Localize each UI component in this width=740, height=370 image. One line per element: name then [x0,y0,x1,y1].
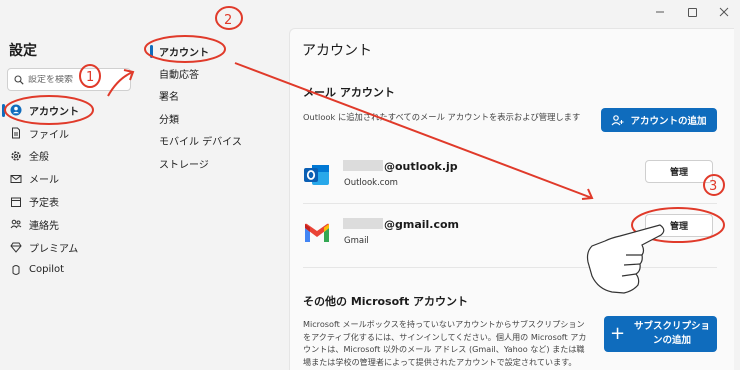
sidebar-item-label: Copilot [29,264,65,276]
account-row-outlook: @outlook.jp Outlook.com 管理 [303,148,717,204]
sidebar-item-calendar[interactable]: 予定表 [0,190,140,213]
account-row-gmail: @gmail.com Gmail 管理 [303,206,717,268]
add-person-icon [612,115,624,126]
sidebar-item-label: ファイル [29,129,69,141]
manage-gmail-button[interactable]: 管理 [645,214,713,237]
sidebar-item-account[interactable]: アカウント [0,99,140,122]
file-icon [9,126,23,140]
minimize-icon[interactable] [646,3,674,21]
title-bar [0,0,740,24]
search-input[interactable] [28,74,118,85]
settings-title: 設定 [9,43,37,59]
sidebar-item-label: アカウント [29,106,79,118]
other-accounts-description: Microsoft メールボックスを持っていないアカウントからサブスクリプション… [303,319,587,367]
mail-accounts-description: Outlook に追加されたすべてのメール アカウントを表示および管理します [303,112,581,122]
subnav-item-auto-reply[interactable]: 自動応答 [148,62,278,84]
diamond-icon [9,240,23,254]
mail-icon [9,172,23,186]
sidebar-nav: アカウント ファイル 全般 メール 予定表 連絡先 プレミアム Copilot [0,99,140,281]
sidebar-item-mail[interactable]: メール [0,167,140,190]
calendar-icon [9,195,23,209]
maximize-icon[interactable] [678,3,706,21]
add-account-label: アカウントの追加 [630,116,707,127]
subnav-item-signature[interactable]: 署名 [148,85,278,107]
sidebar-item-label: 連絡先 [29,220,59,232]
copilot-icon [9,263,23,277]
people-icon [9,217,23,231]
account-email: @outlook.jp [384,160,458,173]
plus-icon: + [609,323,626,344]
subnav-item-storage[interactable]: ストレージ [148,152,278,174]
mail-accounts-heading: メール アカウント [303,86,395,99]
gear-icon [9,149,23,163]
account-type: Gmail [344,236,369,246]
account-type: Outlook.com [344,178,398,188]
add-subscription-label: サブスクリプションの追加 [634,321,711,346]
add-account-button[interactable]: アカウントの追加 [601,108,717,132]
subnav-item-categories[interactable]: 分類 [148,107,278,129]
sidebar-item-premium[interactable]: プレミアム [0,236,140,259]
account-email: @gmail.com [384,218,460,231]
search-icon [14,74,24,85]
sidebar-item-copilot[interactable]: Copilot [0,259,140,282]
sidebar-item-contacts[interactable]: 連絡先 [0,213,140,236]
other-accounts-heading: その他の Microsoft アカウント [303,295,469,308]
outlook-logo-icon [303,162,331,188]
settings-search[interactable] [7,68,131,91]
add-subscription-button[interactable]: + サブスクリプションの追加 [604,316,717,352]
sidebar-item-label: メール [29,175,59,187]
sidebar-item-label: プレミアム [29,243,79,255]
account-subnav: アカウント 自動応答 署名 分類 モバイル デバイス ストレージ [148,40,278,174]
close-icon[interactable] [710,3,738,21]
sidebar-item-label: 全般 [29,152,49,164]
sidebar-item-general[interactable]: 全般 [0,145,140,168]
page-title: アカウント [302,43,372,59]
subnav-item-mobile-devices[interactable]: モバイル デバイス [148,130,278,152]
redacted-username [343,160,383,171]
sidebar-item-file[interactable]: ファイル [0,122,140,145]
subnav-item-account[interactable]: アカウント [148,40,278,62]
redacted-username [343,218,383,229]
manage-outlook-button[interactable]: 管理 [645,160,713,183]
person-icon [9,103,23,117]
gmail-logo-icon [303,220,331,246]
sidebar-item-label: 予定表 [29,198,59,210]
